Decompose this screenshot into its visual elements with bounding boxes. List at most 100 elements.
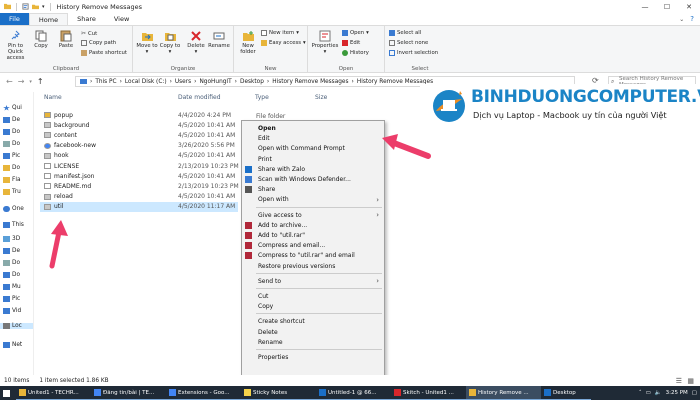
taskbar-button[interactable]: Untitled-1 @ 66... — [316, 386, 391, 400]
nav-item[interactable]: Do — [3, 260, 20, 266]
taskbar-button[interactable]: Desktop — [541, 386, 591, 400]
properties-button[interactable]: Properties ▾ — [311, 29, 339, 55]
select-none-button[interactable]: Select none — [389, 40, 428, 46]
breadcrumb-user[interactable]: NgoHungIT — [199, 79, 231, 85]
file-row[interactable]: reload 4/5/2020 10:41 AM — [40, 192, 240, 202]
copy-button[interactable]: Copy — [30, 29, 52, 49]
tiles-view-icon[interactable]: ▦ — [687, 377, 694, 385]
file-row[interactable]: LICENSE 2/13/2019 10:23 PM — [40, 161, 240, 171]
nav-item-local-disk[interactable]: Loc — [0, 323, 33, 329]
nav-item-network[interactable]: Net — [3, 342, 22, 348]
breadcrumb-users[interactable]: Users — [175, 79, 191, 85]
file-row[interactable]: facebook-new 3/26/2020 5:56 PM — [40, 141, 240, 151]
invert-selection-button[interactable]: Invert selection — [389, 50, 438, 56]
nav-item[interactable]: De — [3, 248, 20, 254]
nav-item[interactable]: Do — [3, 129, 20, 135]
nav-item[interactable]: Mu — [3, 284, 21, 290]
cut-button[interactable]: ✂ Cut — [81, 30, 97, 37]
new-item-button[interactable]: New item ▾ — [261, 30, 299, 36]
copy-to-button[interactable]: Copy to ▾ — [159, 29, 181, 55]
file-row[interactable]: util 4/5/2020 11:17 AM — [40, 201, 238, 212]
select-all-button[interactable]: Select all — [389, 30, 421, 36]
dropdown-icon[interactable]: ▾ — [42, 4, 45, 10]
file-row[interactable]: hook 4/5/2020 10:41 AM — [40, 151, 240, 161]
brand-tagline: Dịch vụ Laptop - Macbook uy tín của ngườ… — [473, 110, 667, 120]
file-row[interactable]: background 4/5/2020 10:41 AM — [40, 120, 240, 130]
pin-quick-access-button[interactable]: Pin to Quick access — [2, 29, 29, 61]
nav-item-this-pc[interactable]: This — [3, 222, 24, 228]
move-to-button[interactable]: Move to ▾ — [136, 29, 158, 55]
up-icon[interactable]: ↑ — [37, 77, 44, 86]
breadcrumb-local-disk[interactable]: Local Disk (C:) — [125, 79, 167, 85]
breadcrumb-desktop[interactable]: Desktop — [240, 79, 264, 85]
properties-icon[interactable] — [22, 3, 29, 10]
tab-share[interactable]: Share — [68, 13, 105, 25]
taskbar-button[interactable]: United1 - TECHR... — [16, 386, 91, 400]
tab-view[interactable]: View — [105, 13, 138, 25]
column-header-date[interactable]: Date modified — [178, 94, 221, 101]
forward-icon[interactable]: → — [18, 77, 25, 86]
taskbar-button[interactable]: Extensions - Goo... — [166, 386, 241, 400]
nav-item[interactable]: 3D — [3, 236, 20, 242]
file-row[interactable]: README.md 2/13/2019 10:23 PM — [40, 181, 240, 191]
menu-item-restore-previous-versions[interactable]: Restore previous versions — [242, 261, 384, 272]
nav-item[interactable]: Fla — [3, 177, 21, 183]
minimize-button[interactable]: — — [634, 0, 656, 13]
taskbar-button[interactable]: History Remove ... — [466, 386, 541, 400]
file-row[interactable]: popup 4/4/2020 4:24 PM — [40, 110, 240, 120]
column-header-name[interactable]: Name — [44, 94, 62, 101]
help-icon[interactable]: ? — [690, 15, 694, 23]
new-folder-button[interactable]: New folder — [237, 29, 259, 55]
start-button[interactable] — [0, 386, 16, 400]
nav-item[interactable]: Pic — [3, 296, 20, 302]
rename-button[interactable]: Rename — [208, 29, 230, 49]
easy-access-button[interactable]: Easy access ▾ — [261, 40, 306, 46]
new-folder-icon[interactable] — [32, 3, 39, 10]
nav-item-quick-access[interactable]: Qui — [3, 105, 22, 111]
clock[interactable]: 3:25 PM — [666, 390, 688, 396]
nav-item[interactable]: De — [3, 117, 20, 123]
edit-button[interactable]: Edit — [342, 40, 360, 46]
menu-item-send-to[interactable]: Send to › — [242, 276, 384, 287]
menu-item-copy[interactable]: Copy — [242, 301, 384, 312]
file-row[interactable]: manifest.json 4/5/2020 10:41 AM — [40, 171, 240, 181]
paste-button[interactable]: Paste — [55, 29, 77, 49]
file-row[interactable]: content 4/5/2020 10:41 AM — [40, 130, 240, 140]
details-view-icon[interactable]: ☰ — [676, 377, 682, 385]
history-button[interactable]: History — [342, 50, 369, 56]
clipboard-group-label: Clipboard — [52, 66, 80, 72]
network-icon[interactable]: ▭ — [646, 390, 651, 396]
maximize-button[interactable]: ☐ — [656, 0, 678, 13]
column-header-size[interactable]: Size — [315, 94, 327, 101]
nav-item[interactable]: Vid — [3, 308, 21, 314]
menu-item-label: Give access to — [258, 211, 302, 219]
notifications-icon[interactable]: ▢ — [692, 390, 697, 396]
menu-item-open-with[interactable]: Open with › — [242, 194, 384, 205]
menu-item-properties[interactable]: Properties — [242, 352, 384, 363]
close-button[interactable]: ✕ — [678, 0, 700, 13]
volume-icon[interactable]: 🔈 — [655, 390, 662, 396]
nav-item[interactable]: Do — [3, 141, 20, 147]
recent-dropdown-icon[interactable]: ▾ — [29, 79, 32, 86]
chevron-up-icon[interactable]: ˄ — [639, 390, 642, 396]
back-icon[interactable]: ← — [6, 77, 13, 86]
nav-item-onedrive[interactable]: One — [3, 206, 24, 212]
breadcrumb-folder[interactable]: History Remove Messages — [272, 79, 348, 85]
column-header-type[interactable]: Type — [255, 94, 269, 101]
paste-shortcut-button[interactable]: Paste shortcut — [81, 50, 127, 56]
delete-button[interactable]: Delete ▾ — [185, 29, 207, 55]
taskbar-button[interactable]: Sticky Notes — [241, 386, 316, 400]
taskbar-button[interactable]: Đăng tin/bài | TE... — [91, 386, 166, 400]
expand-ribbon-icon[interactable]: ⌄ — [679, 16, 684, 23]
tab-home[interactable]: Home — [28, 13, 69, 25]
nav-item[interactable]: Do — [3, 272, 20, 278]
copy-path-button[interactable]: Copy path — [81, 40, 116, 46]
tab-file[interactable]: File — [0, 13, 29, 25]
menu-item-rename[interactable]: Rename — [242, 337, 384, 348]
nav-item[interactable]: Pic — [3, 153, 20, 159]
taskbar-button[interactable]: Skitch - United1 ... — [391, 386, 466, 400]
nav-item[interactable]: Do — [3, 165, 20, 171]
nav-item[interactable]: Tru — [3, 189, 21, 195]
breadcrumb-this-pc[interactable]: This PC — [95, 79, 116, 85]
open-button[interactable]: Open ▾ — [342, 30, 369, 36]
